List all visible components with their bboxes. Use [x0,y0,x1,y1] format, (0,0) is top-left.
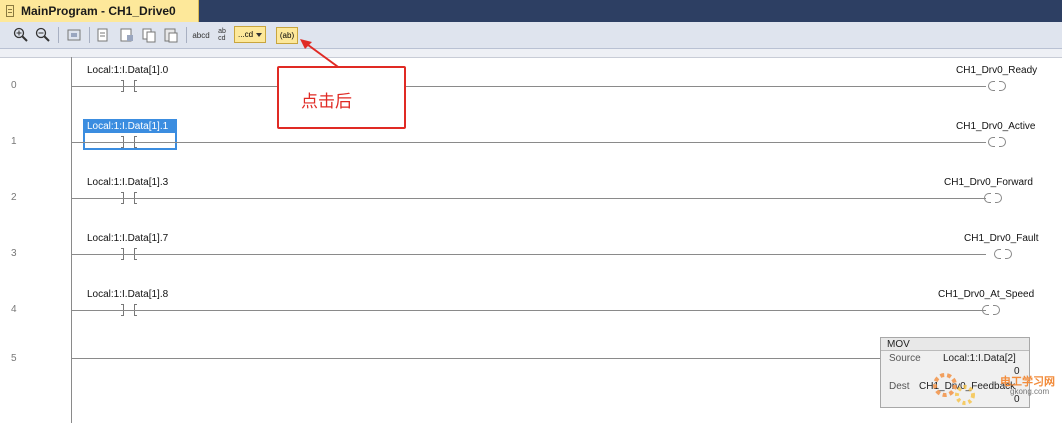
rung-wire-5 [72,358,880,359]
ruler [0,49,1062,58]
tab-mainprogram[interactable]: MainProgram - CH1_Drive0 [0,0,199,22]
ote-coil-0[interactable] [988,81,1006,91]
coil-tag-3[interactable]: CH1_Drv0_Fault [964,233,1038,244]
zoom-out-icon[interactable] [34,26,52,44]
contact-tag-3[interactable]: Local:1:I.Data[1].7 [87,233,168,244]
ote-coil-3[interactable] [994,249,1012,259]
routine-icon [6,5,14,17]
left-power-rail [71,57,72,423]
ote-coil-4[interactable] [982,305,1000,315]
callout-text: 点击后 [301,92,352,111]
mov-dest-label: Dest [889,381,910,392]
rung-number-5: 5 [11,353,17,364]
branch-icon[interactable] [95,26,113,44]
chevron-down-icon [256,33,262,37]
rung-number-0: 0 [11,80,17,91]
abcd-button[interactable]: abcd [191,26,211,44]
toolbar [0,22,1062,49]
coil-tag-2[interactable]: CH1_Drv0_Forward [944,177,1033,188]
rung-wire-2 [72,198,986,199]
toolbar-separator [89,27,90,43]
rung-number-2: 2 [11,192,17,203]
rung-number-4: 4 [11,304,17,315]
rung-wire-1 [72,142,986,143]
watermark-url: gkong.com [1010,387,1050,396]
rung-number-3: 3 [11,248,17,259]
coil-tag-0[interactable]: CH1_Drv0_Ready [956,65,1037,76]
mov-title: MOV [881,338,1029,351]
toolbar-separator [58,27,59,43]
ote-coil-2[interactable] [984,193,1002,203]
fit-icon[interactable] [65,26,83,44]
contact-tag-2[interactable]: Local:1:I.Data[1].3 [87,177,168,188]
contact-tag-0[interactable]: Local:1:I.Data[1].0 [87,65,168,76]
rung-wire-4 [72,310,986,311]
contact-tag-4[interactable]: Local:1:I.Data[1].8 [87,289,168,300]
rung-wire-0 [72,86,986,87]
toolbar-separator [268,27,271,45]
zoom-in-icon[interactable] [12,26,30,44]
rung-wire-3 [72,254,986,255]
combo-value: ...cd [238,30,254,39]
toolbar-separator [186,27,187,43]
paste-icon[interactable] [162,26,180,44]
mov-source-label: Source [889,353,921,364]
coil-tag-1[interactable]: CH1_Drv0_Active [956,121,1035,132]
display-combo[interactable]: ...cd [234,26,266,43]
copy-icon[interactable] [140,26,158,44]
rung-comment-icon[interactable] [118,26,136,44]
tab-title: MainProgram - CH1_Drive0 [21,4,176,18]
ote-coil-1[interactable] [988,137,1006,147]
ab-cd-button[interactable]: ab cd [213,26,231,44]
rung-number-1: 1 [11,136,17,147]
coil-tag-4[interactable]: CH1_Drv0_At_Speed [938,289,1034,300]
annotation-callout: 点击后 [277,66,406,129]
